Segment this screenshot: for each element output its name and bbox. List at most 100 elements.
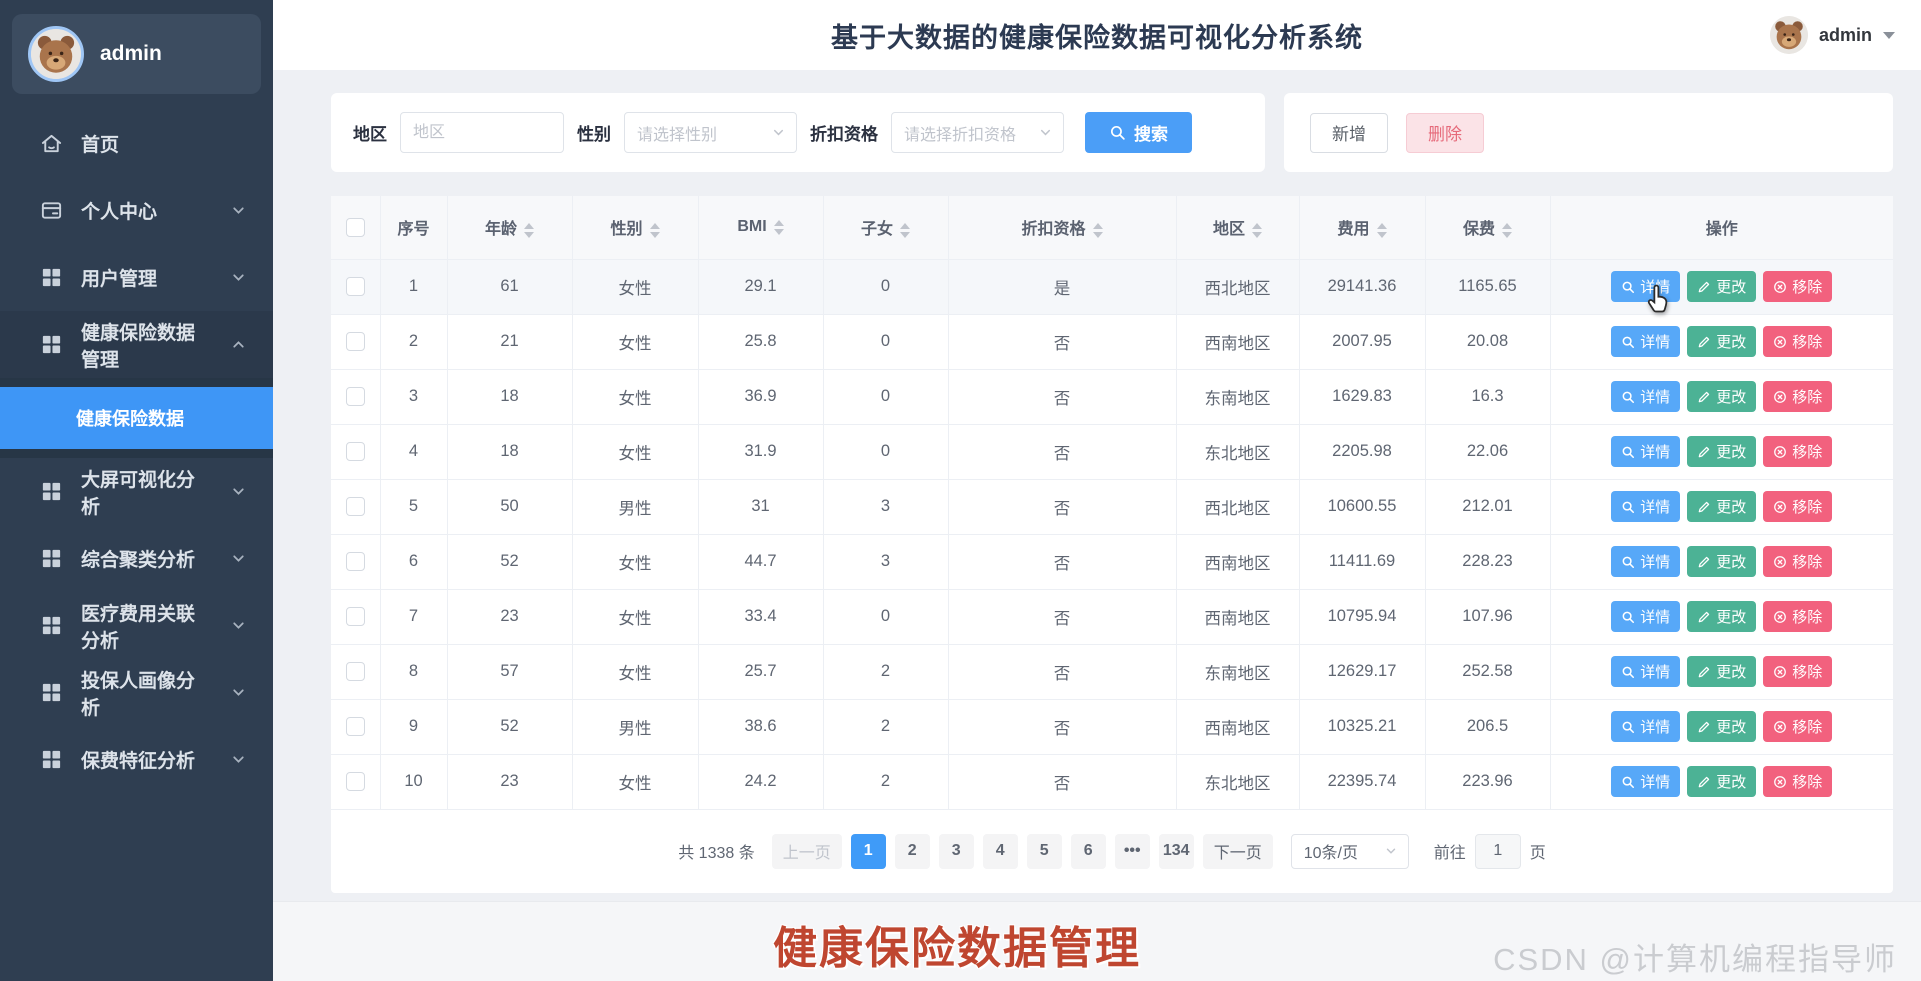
chevron-down-icon [230,751,247,768]
page-button[interactable]: ••• [1115,834,1150,869]
edit-button[interactable]: 更改 [1687,491,1756,522]
delete-button[interactable]: 删除 [1406,113,1484,153]
sort-toggle[interactable] [1377,223,1387,238]
header-user-menu[interactable]: admin [1770,0,1895,70]
discount-select[interactable]: 请选择折扣资格 [891,112,1064,153]
page-size-select[interactable]: 10条/页 [1291,834,1409,869]
circle-x-icon [1773,335,1787,349]
edit-button[interactable]: 更改 [1687,381,1756,412]
sort-toggle[interactable] [1502,223,1512,238]
row-checkbox[interactable] [346,497,365,516]
circle-x-icon [1773,665,1787,679]
row-checkbox[interactable] [346,552,365,571]
sidebar-item-insurance-mgmt[interactable]: 健康保险数据管理 [0,311,273,378]
edit-button[interactable]: 更改 [1687,601,1756,632]
sidebar-item-premium-feature[interactable]: 保费特征分析 [0,726,273,793]
edit-button[interactable]: 更改 [1687,546,1756,577]
select-all-checkbox[interactable] [346,218,365,237]
detail-button[interactable]: 详情 [1611,436,1680,467]
remove-button[interactable]: 移除 [1763,381,1832,412]
edit-button[interactable]: 更改 [1687,271,1756,302]
edit-button[interactable]: 更改 [1687,326,1756,357]
edit-button[interactable]: 更改 [1687,766,1756,797]
sidebar-item-cluster[interactable]: 综合聚类分析 [0,525,273,592]
page-button[interactable]: 3 [939,834,974,869]
detail-button[interactable]: 详情 [1611,656,1680,687]
next-page-button[interactable]: 下一页 [1203,834,1273,869]
search-button[interactable]: 搜索 [1085,112,1192,153]
detail-button[interactable]: 详情 [1611,326,1680,357]
sidebar-item-medical-cost[interactable]: 医疗费用关联分析 [0,592,273,659]
cell-seq: 2 [380,314,447,369]
remove-button[interactable]: 移除 [1763,271,1832,302]
chevron-down-icon [230,550,247,567]
detail-button[interactable]: 详情 [1611,381,1680,412]
sort-toggle[interactable] [650,223,660,238]
page-button[interactable]: 1 [851,834,886,869]
cell-bmi: 44.7 [698,534,823,589]
remove-button[interactable]: 移除 [1763,326,1832,357]
cell-gender: 男性 [572,699,698,754]
sort-toggle[interactable] [900,223,910,238]
detail-button[interactable]: 详情 [1611,601,1680,632]
sort-toggle[interactable] [1093,223,1103,238]
row-checkbox[interactable] [346,387,365,406]
sort-toggle[interactable] [524,223,534,238]
cell-seq: 1 [380,259,447,314]
cell-premium: 212.01 [1425,479,1550,534]
user-avatar [28,26,84,82]
page-button[interactable]: 134 [1159,834,1194,869]
circle-x-icon [1773,280,1787,294]
search-icon [1621,500,1635,514]
remove-button[interactable]: 移除 [1763,436,1832,467]
row-checkbox[interactable] [346,607,365,626]
remove-button[interactable]: 移除 [1763,656,1832,687]
sidebar-item-home[interactable]: 首页 [0,110,273,177]
row-select-cell [331,644,380,699]
sidebar-item-insurance-data[interactable]: 健康保险数据 [0,387,273,449]
detail-button[interactable]: 详情 [1611,546,1680,577]
sort-toggle[interactable] [1252,223,1262,238]
gender-select[interactable]: 请选择性别 [624,112,797,153]
row-checkbox[interactable] [346,717,365,736]
page-button[interactable]: 5 [1027,834,1062,869]
sort-toggle[interactable] [774,220,784,235]
goto-page-input[interactable] [1475,834,1521,869]
remove-button[interactable]: 移除 [1763,546,1832,577]
cell-children: 2 [823,754,948,809]
sidebar-item-users[interactable]: 用户管理 [0,244,273,311]
sidebar-item-bigscreen[interactable]: 大屏可视化分析 [0,458,273,525]
page-button[interactable]: 2 [895,834,930,869]
sidebar-menu: 首页 个人中心 用户管理 健康保险数据管理 健康保险数据 [0,110,273,793]
detail-button[interactable]: 详情 [1611,766,1680,797]
cell-discount: 否 [948,314,1176,369]
toolbar-panel: 新增 删除 [1284,93,1893,172]
edit-button[interactable]: 更改 [1687,656,1756,687]
sidebar-item-profile[interactable]: 个人中心 [0,177,273,244]
row-checkbox[interactable] [346,442,365,461]
page-button[interactable]: 4 [983,834,1018,869]
cell-bmi: 31.9 [698,424,823,479]
remove-button[interactable]: 移除 [1763,491,1832,522]
sidebar-item-insured-portrait[interactable]: 投保人画像分析 [0,659,273,726]
detail-button[interactable]: 详情 [1611,711,1680,742]
detail-button[interactable]: 详情 [1611,491,1680,522]
row-checkbox[interactable] [346,662,365,681]
row-checkbox[interactable] [346,277,365,296]
region-input[interactable] [400,112,564,153]
page-button[interactable]: 6 [1071,834,1106,869]
row-checkbox[interactable] [346,332,365,351]
remove-button[interactable]: 移除 [1763,766,1832,797]
row-checkbox[interactable] [346,772,365,791]
edit-button[interactable]: 更改 [1687,711,1756,742]
prev-page-button[interactable]: 上一页 [772,834,842,869]
cell-region: 东南地区 [1176,369,1299,424]
sidebar-user-card[interactable]: admin [12,14,261,94]
cell-gender: 女性 [572,369,698,424]
add-button[interactable]: 新增 [1310,113,1388,153]
remove-button[interactable]: 移除 [1763,601,1832,632]
remove-button[interactable]: 移除 [1763,711,1832,742]
cell-discount: 否 [948,479,1176,534]
edit-button[interactable]: 更改 [1687,436,1756,467]
pencil-icon [1697,555,1711,569]
